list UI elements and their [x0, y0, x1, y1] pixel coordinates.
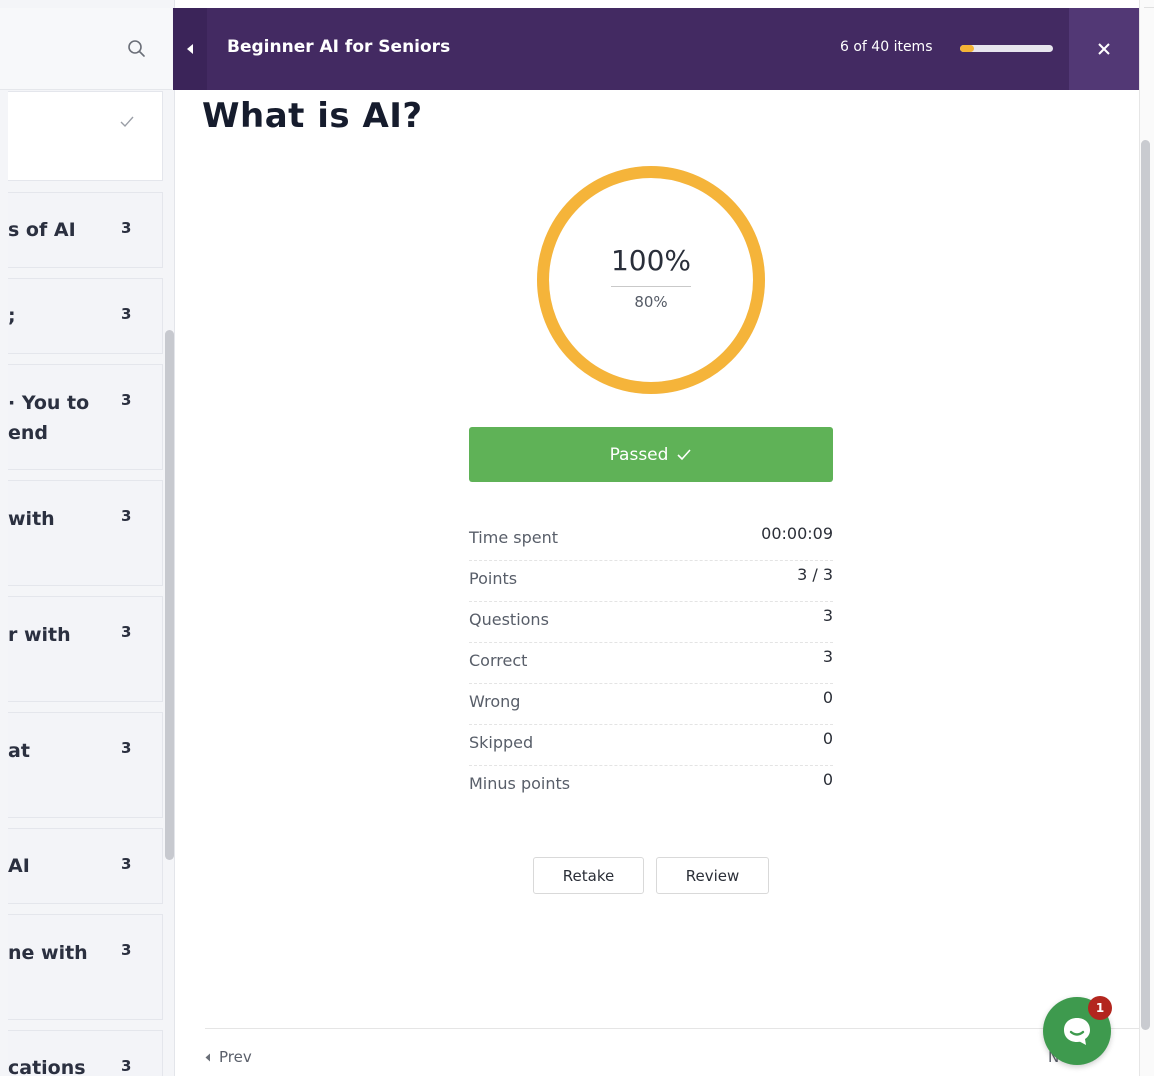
- divider: [205, 1028, 1139, 1029]
- course-title: Beginner AI for Seniors: [227, 37, 451, 57]
- stat-value: 0: [822, 729, 833, 748]
- stat-label: Correct: [469, 651, 528, 670]
- sidebar-item-label: r with: [8, 624, 71, 646]
- sidebar-item-label: cations: [8, 1057, 86, 1076]
- caret-left-icon: [187, 44, 193, 54]
- stat-value: 3 / 3: [797, 565, 833, 584]
- sidebar-item-label: s of AI: [8, 219, 76, 241]
- sidebar-item[interactable]: AI 3: [8, 828, 163, 904]
- stat-label: Minus points: [469, 774, 571, 793]
- sidebar-item-count: 3: [121, 623, 132, 641]
- sidebar-item-count: 3: [121, 1057, 132, 1075]
- sidebar-item-count: 3: [121, 305, 132, 323]
- sidebar-item[interactable]: r with 3: [8, 596, 163, 702]
- stat-label: Points: [469, 569, 518, 588]
- check-icon: [120, 116, 134, 128]
- course-progress-text: 6 of 40 items: [840, 39, 933, 55]
- page-scroll-area: [1139, 0, 1154, 1076]
- stat-value: 3: [822, 606, 833, 625]
- sidebar-item[interactable]: · You to end 3: [8, 364, 163, 470]
- divider: [611, 286, 691, 287]
- notification-badge: 1: [1088, 996, 1112, 1020]
- stat-row: Time spent 00:00:09: [469, 520, 833, 561]
- stat-row: Questions 3: [469, 602, 833, 643]
- stat-row: Points 3 / 3: [469, 561, 833, 602]
- sidebar-search[interactable]: [0, 8, 172, 90]
- close-button[interactable]: [1069, 8, 1139, 90]
- sidebar-scrollbar[interactable]: [165, 330, 174, 860]
- sidebar-item-count: 3: [121, 855, 132, 873]
- sidebar-item-completed[interactable]: [8, 91, 163, 181]
- sidebar-item-count: 3: [121, 391, 132, 409]
- sidebar-item[interactable]: at 3: [8, 712, 163, 818]
- caret-left-icon: [205, 1053, 210, 1061]
- prev-button[interactable]: Prev: [205, 1048, 252, 1066]
- divider: [1144, 0, 1154, 8]
- page-scrollbar[interactable]: [1141, 140, 1150, 1030]
- sidebar-item-label: ;: [8, 305, 16, 327]
- stat-label: Skipped: [469, 733, 534, 752]
- score-ring: [537, 166, 765, 394]
- sidebar-item-label: at: [8, 740, 30, 762]
- sidebar-toggle-button[interactable]: [173, 8, 207, 90]
- stat-row: Minus points 0: [469, 766, 833, 807]
- score-percent: 100%: [610, 244, 692, 277]
- course-progress-fill: [960, 45, 974, 52]
- check-icon: [677, 448, 692, 460]
- sidebar-item-label: with: [8, 508, 55, 530]
- result-stats: Time spent 00:00:09 Points 3 / 3 Questio…: [469, 520, 833, 807]
- course-page: s of AI 3 ; 3 · You to end 3 with 3 r wi…: [0, 0, 1154, 1076]
- stat-row: Wrong 0: [469, 684, 833, 725]
- sidebar-item[interactable]: ne with 3: [8, 914, 163, 1020]
- result-status-banner: Passed: [469, 427, 833, 482]
- chat-bubble-icon: [1064, 1018, 1090, 1045]
- close-icon: [1098, 43, 1110, 55]
- stat-value: 0: [822, 770, 833, 789]
- lesson-content: What is AI? 100% 80% Passed Time spent 0…: [175, 90, 1139, 1076]
- retake-button[interactable]: Retake: [533, 857, 644, 894]
- result-status-label: Passed: [609, 444, 669, 465]
- stat-label: Questions: [469, 610, 549, 629]
- stat-label: Time spent: [469, 528, 558, 547]
- curriculum-sidebar: s of AI 3 ; 3 · You to end 3 with 3 r wi…: [0, 0, 175, 1076]
- sidebar-item[interactable]: cations 3: [8, 1030, 163, 1076]
- sidebar-item-count: 3: [121, 941, 132, 959]
- passing-grade: 80%: [634, 293, 668, 311]
- stat-value: 00:00:09: [761, 524, 833, 543]
- sidebar-item-label: · You to end: [8, 392, 90, 444]
- search-icon[interactable]: [126, 38, 148, 60]
- sidebar-item-label: ne with: [8, 942, 88, 964]
- stat-value: 3: [822, 647, 833, 666]
- sidebar-item[interactable]: s of AI 3: [8, 192, 163, 268]
- course-header: Beginner AI for Seniors 6 of 40 items: [173, 8, 1139, 90]
- prev-label: Prev: [219, 1048, 252, 1066]
- sidebar-item-count: 3: [121, 739, 132, 757]
- course-progress-bar: [960, 45, 1053, 52]
- sidebar-item[interactable]: ; 3: [8, 278, 163, 354]
- score-ring-arc: [537, 166, 765, 394]
- sidebar-item-count: 3: [121, 219, 132, 237]
- sidebar-item-label: AI: [8, 855, 30, 877]
- page-title: What is AI?: [202, 96, 423, 136]
- sidebar-item-count: 3: [121, 507, 132, 525]
- stat-row: Skipped 0: [469, 725, 833, 766]
- stat-label: Wrong: [469, 692, 521, 711]
- review-button[interactable]: Review: [656, 857, 769, 894]
- sidebar-item[interactable]: with 3: [8, 480, 163, 586]
- stat-row: Correct 3: [469, 643, 833, 684]
- stat-value: 0: [822, 688, 833, 707]
